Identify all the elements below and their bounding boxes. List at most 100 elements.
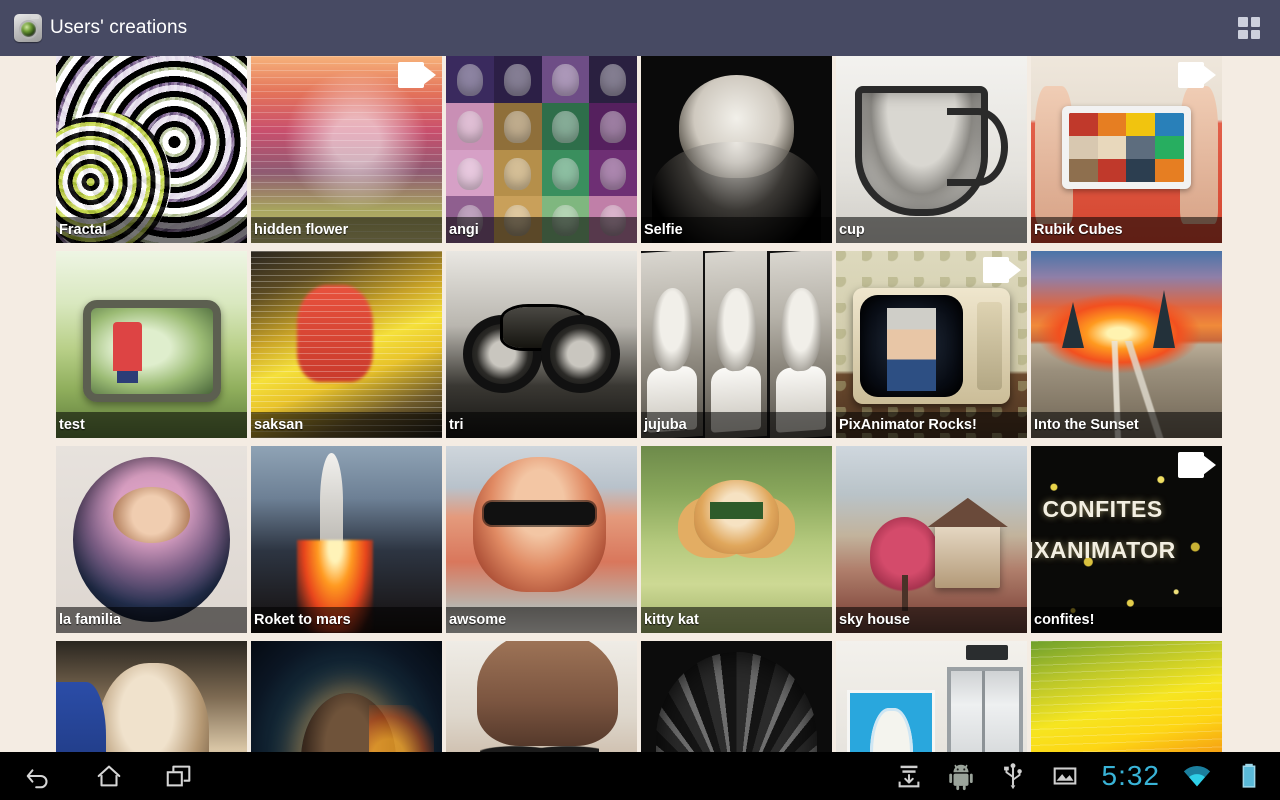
angi-cell bbox=[493, 102, 542, 150]
usb-icon[interactable] bbox=[998, 761, 1028, 791]
camera-app-icon bbox=[14, 14, 42, 42]
gallery-tile[interactable]: Rubik Cubes bbox=[1031, 56, 1222, 243]
gallery-tile[interactable]: Roket to mars bbox=[251, 446, 442, 633]
gallery-tile[interactable]: la familia bbox=[56, 446, 247, 633]
tile-thumbnail bbox=[836, 446, 1027, 633]
gallery-tile[interactable] bbox=[56, 641, 247, 752]
cube-face bbox=[1126, 136, 1156, 159]
grid-cell bbox=[1250, 29, 1260, 39]
elevator-panel bbox=[965, 644, 1008, 660]
tv-knobs bbox=[976, 302, 1002, 391]
app-bar: Users' creations bbox=[0, 0, 1280, 56]
video-badge-body bbox=[398, 62, 424, 88]
tile-thumbnail bbox=[56, 251, 247, 438]
download-icon[interactable] bbox=[894, 761, 924, 791]
android-robot-icon[interactable] bbox=[946, 761, 976, 791]
gallery-tile[interactable]: sky house bbox=[836, 446, 1027, 633]
angi-cell bbox=[589, 102, 637, 150]
tile-caption: confites! bbox=[1031, 607, 1222, 633]
tile-caption: saksan bbox=[251, 412, 442, 438]
tile-thumbnail bbox=[641, 251, 832, 438]
screenshot-image-icon[interactable] bbox=[1050, 761, 1080, 791]
gallery-tile[interactable]: angi bbox=[446, 56, 637, 243]
confites-overlay-text: CONFITES bbox=[1042, 495, 1163, 522]
angi-cell bbox=[446, 149, 494, 197]
wall-painting bbox=[847, 689, 936, 752]
gallery-tile[interactable] bbox=[1031, 641, 1222, 752]
tile-thumbnail bbox=[446, 446, 637, 633]
tile-caption: angi bbox=[446, 217, 637, 243]
tile-caption: kitty kat bbox=[641, 607, 832, 633]
recent-apps-icon[interactable] bbox=[164, 761, 194, 791]
gallery-grid[interactable]: Fractal hidden flower angi Selfie cup Rubik C… bbox=[0, 56, 1280, 752]
gallery-tile[interactable] bbox=[251, 641, 442, 752]
gallery-row bbox=[0, 641, 1280, 752]
sunset-tree1 bbox=[1061, 302, 1084, 349]
tile-thumbnail bbox=[836, 641, 1027, 752]
tile-thumbnail bbox=[251, 446, 442, 633]
video-badge-icon bbox=[1178, 452, 1216, 478]
gallery-tile[interactable]: test bbox=[56, 251, 247, 438]
video-badge-lens bbox=[423, 65, 436, 85]
gallery-tile[interactable]: Fractal bbox=[56, 56, 247, 243]
jujuba-panel bbox=[769, 251, 832, 438]
tile-thumbnail bbox=[446, 56, 637, 243]
status-clock: 5:32 bbox=[1101, 760, 1160, 791]
tile-caption: Fractal bbox=[56, 217, 247, 243]
tile-thumbnail bbox=[641, 446, 832, 633]
battery-icon[interactable] bbox=[1234, 761, 1264, 791]
video-badge-icon bbox=[398, 62, 436, 88]
tile-thumbnail bbox=[641, 56, 832, 243]
wifi-icon[interactable] bbox=[1182, 761, 1212, 791]
gallery-tile[interactable]: hidden flower bbox=[251, 56, 442, 243]
tile-caption: jujuba bbox=[641, 412, 832, 438]
tile-caption: la familia bbox=[56, 607, 247, 633]
gallery-tile[interactable]: PixAnimator Rocks! bbox=[836, 251, 1027, 438]
gallery-row: la familia Roket to mars awsome kitty kat sk… bbox=[0, 446, 1280, 641]
angi-cell bbox=[541, 56, 590, 103]
system-navigation-bar: 5:32 bbox=[0, 752, 1280, 800]
back-arrow-icon[interactable] bbox=[24, 761, 54, 791]
angi-cell bbox=[589, 149, 637, 197]
tile-thumbnail bbox=[56, 641, 247, 752]
gallery-tile[interactable]: Selfie bbox=[641, 56, 832, 243]
gallery-tile[interactable]: Into the Sunset bbox=[1031, 251, 1222, 438]
jujuba-panel bbox=[641, 251, 704, 438]
tv-portrait bbox=[886, 307, 937, 392]
gallery-tile[interactable] bbox=[446, 641, 637, 752]
grid-cell bbox=[1250, 17, 1260, 27]
gallery-tile[interactable]: kitty kat bbox=[641, 446, 832, 633]
cube-face bbox=[1068, 113, 1098, 137]
gallery-tile[interactable] bbox=[836, 641, 1027, 752]
cube-face bbox=[1068, 136, 1098, 159]
gallery-row: test saksan tri jujuba PixAnimator Rocks! Int… bbox=[0, 251, 1280, 446]
gallery-tile[interactable]: cup bbox=[836, 56, 1027, 243]
gallery-tile[interactable]: jujuba bbox=[641, 251, 832, 438]
jujuba-panel bbox=[705, 251, 768, 438]
tile-thumbnail bbox=[251, 251, 442, 438]
angi-cell bbox=[446, 56, 494, 103]
tile-thumbnail bbox=[56, 56, 247, 243]
cube-face bbox=[1126, 113, 1156, 137]
cube-face bbox=[1097, 158, 1127, 182]
grid-view-icon[interactable] bbox=[1232, 11, 1266, 45]
cube-face bbox=[1097, 113, 1127, 137]
gallery-tile[interactable]: saksan bbox=[251, 251, 442, 438]
navigation-buttons bbox=[0, 761, 194, 791]
gallery-tile[interactable]: tri bbox=[446, 251, 637, 438]
gallery-tile[interactable] bbox=[641, 641, 832, 752]
status-icons: 5:32 bbox=[894, 761, 1280, 791]
gallery-tile[interactable]: awsome bbox=[446, 446, 637, 633]
angi-cell bbox=[541, 102, 590, 150]
cube-face bbox=[1068, 158, 1098, 182]
gallery-tile[interactable]: CONFITES IXANIMATOR confites! bbox=[1031, 446, 1222, 633]
video-badge-body bbox=[1178, 452, 1204, 478]
video-badge-icon bbox=[1178, 62, 1216, 88]
tile-caption: hidden flower bbox=[251, 217, 442, 243]
home-icon[interactable] bbox=[94, 761, 124, 791]
tile-thumbnail bbox=[446, 641, 637, 752]
tile-caption: tri bbox=[446, 412, 637, 438]
video-badge-lens bbox=[1203, 455, 1216, 475]
tile-thumbnail bbox=[836, 56, 1027, 243]
house bbox=[935, 524, 1001, 589]
